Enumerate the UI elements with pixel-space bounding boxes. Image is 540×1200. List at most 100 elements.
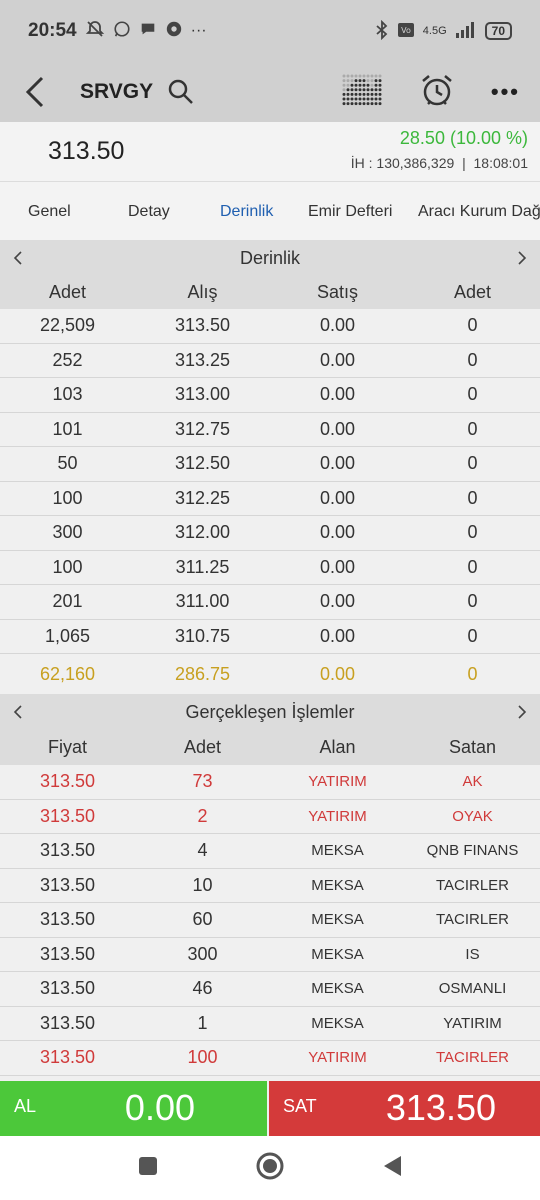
trade-cell: YATIRIM [308, 773, 367, 791]
trade-cell: 313.50 [39, 840, 96, 861]
depth-cell: 313.25 [174, 349, 231, 370]
depth-cell: 0 [467, 384, 478, 405]
browser-icon [165, 20, 183, 43]
volume-info: İH : 130,386,329 [350, 155, 455, 171]
more-menu-button[interactable]: ••• [491, 79, 520, 105]
tab-derinlik[interactable]: Derinlik [220, 203, 273, 221]
depth-cell: 22,509 [39, 315, 96, 336]
depth-total-cell: 0 [467, 664, 478, 684]
trades-column-header: Fiyat Adet Alan Satan [0, 730, 540, 765]
column-header: Satış [316, 282, 359, 302]
depth-next-button[interactable] [504, 240, 540, 276]
trade-row: 313.50 300 MEKSA IS [0, 937, 540, 972]
depth-row: 100 312.25 0.00 0 [0, 481, 540, 516]
home-button[interactable] [255, 1151, 285, 1186]
column-header: Adet [48, 282, 87, 302]
last-price: 313.50 [48, 137, 125, 165]
alarm-clock-icon [422, 74, 452, 105]
recents-button[interactable] [137, 1155, 159, 1182]
column-header: Adet [453, 282, 492, 302]
back-button[interactable] [0, 62, 70, 122]
trade-cell: MEKSA [311, 842, 364, 860]
depth-cell: 312.50 [174, 453, 231, 474]
depth-row: 22,509 313.50 0.00 0 [0, 309, 540, 344]
alarm-button[interactable] [419, 72, 455, 113]
trade-cell: MEKSA [311, 945, 364, 963]
trade-cell: 313.50 [39, 805, 96, 826]
network-type: 4.5G [422, 25, 447, 37]
depth-cell: 101 [52, 418, 83, 439]
battery-icon: 70 [484, 22, 512, 40]
depth-cell: 0.00 [319, 349, 356, 370]
trade-cell: 313.50 [39, 943, 96, 964]
depth-prev-button[interactable] [0, 240, 36, 276]
depth-cell: 100 [52, 487, 83, 508]
depth-row: 201 311.00 0.00 0 [0, 585, 540, 620]
quote-time: 18:08:01 [473, 155, 529, 171]
depth-cell: 0.00 [319, 522, 356, 543]
depth-cell: 300 [52, 522, 83, 543]
trades-prev-button[interactable] [0, 694, 36, 730]
info-separator: | [462, 155, 466, 171]
depth-cell: 0 [467, 625, 478, 646]
depth-row: 100 311.25 0.00 0 [0, 550, 540, 585]
trades-section-header: Gerçekleşen İşlemler [0, 694, 540, 730]
trade-cell: 10 [192, 874, 213, 895]
trade-cell: YATIRIM [308, 1049, 367, 1067]
trades-table: 313.50 73 YATIRIM AK 313.50 2 YATIRIM OYAK 313.5… [0, 765, 540, 1076]
stock-symbol: SRVGY [80, 80, 154, 103]
depth-cell: 103 [52, 384, 83, 405]
depth-cell: 310.75 [174, 625, 231, 646]
chevron-right-icon [518, 705, 527, 719]
sell-button[interactable]: SAT 313.50 [269, 1081, 540, 1136]
depth-cell: 0.00 [319, 625, 356, 646]
app-bar: SRVGY ••• [0, 62, 540, 122]
depth-cell: 312.00 [174, 522, 231, 543]
depth-cell: 0 [467, 591, 478, 612]
depth-cell: 0.00 [319, 556, 356, 577]
depth-total-cell: 62,160 [39, 664, 96, 684]
search-button[interactable] [167, 77, 197, 107]
depth-cell: 0.00 [319, 418, 356, 439]
trade-row: 313.50 2 YATIRIM OYAK [0, 799, 540, 834]
mute-notification-icon [85, 19, 105, 44]
tab-emir-defteri[interactable]: Emir Defteri [308, 203, 392, 221]
trade-cell: MEKSA [311, 876, 364, 894]
depth-column-header: Adet Alış Satış Adet [0, 275, 540, 310]
tab-detay[interactable]: Detay [128, 203, 170, 221]
column-header: Alış [187, 282, 218, 302]
depth-table: 22,509 313.50 0.00 0 252 313.25 0.00 0 103 313.00… [0, 309, 540, 695]
trade-cell: MEKSA [311, 911, 364, 929]
triangle-back-icon [384, 1155, 401, 1176]
depth-grid-button[interactable] [341, 72, 383, 113]
trade-row: 313.50 73 YATIRIM AK [0, 765, 540, 800]
sell-label: SAT [283, 1096, 317, 1116]
trade-info: İH : 130,386,329 | 18:08:01 [351, 155, 528, 171]
depth-total-cell: 0.00 [319, 664, 356, 684]
depth-total-row: 62,160 286.75 0.00 0 [0, 654, 540, 695]
tab-genel[interactable]: Genel [28, 203, 71, 221]
depth-cell: 0 [467, 418, 478, 439]
depth-row: 252 313.25 0.00 0 [0, 343, 540, 378]
buy-button[interactable]: AL 0.00 [0, 1081, 267, 1136]
depth-cell: 100 [52, 556, 83, 577]
depth-title: Derinlik [239, 247, 300, 268]
tab-araci-kurum[interactable]: Aracı Kurum Dağ [418, 203, 540, 221]
trade-cell: MEKSA [311, 980, 364, 998]
chevron-left-icon [13, 705, 22, 719]
trades-next-button[interactable] [504, 694, 540, 730]
trade-cell: 46 [192, 978, 213, 999]
depth-cell: 1,065 [44, 625, 91, 646]
trade-cell: TACIRLER [435, 876, 510, 894]
trade-cell: 2 [197, 805, 208, 826]
trade-row: 313.50 60 MEKSA TACIRLER [0, 903, 540, 938]
sell-price: 313.50 [385, 1087, 496, 1128]
trade-cell: 313.50 [39, 771, 96, 792]
order-actions: AL 0.00 SAT 313.50 [0, 1081, 540, 1136]
back-nav-button[interactable] [381, 1154, 403, 1183]
back-arrow-icon [25, 76, 44, 108]
depth-section-header: Derinlik [0, 240, 540, 276]
column-header: Adet [183, 737, 222, 757]
depth-cell: 311.25 [175, 556, 230, 577]
trade-row: 313.50 46 MEKSA OSMANLI [0, 972, 540, 1007]
